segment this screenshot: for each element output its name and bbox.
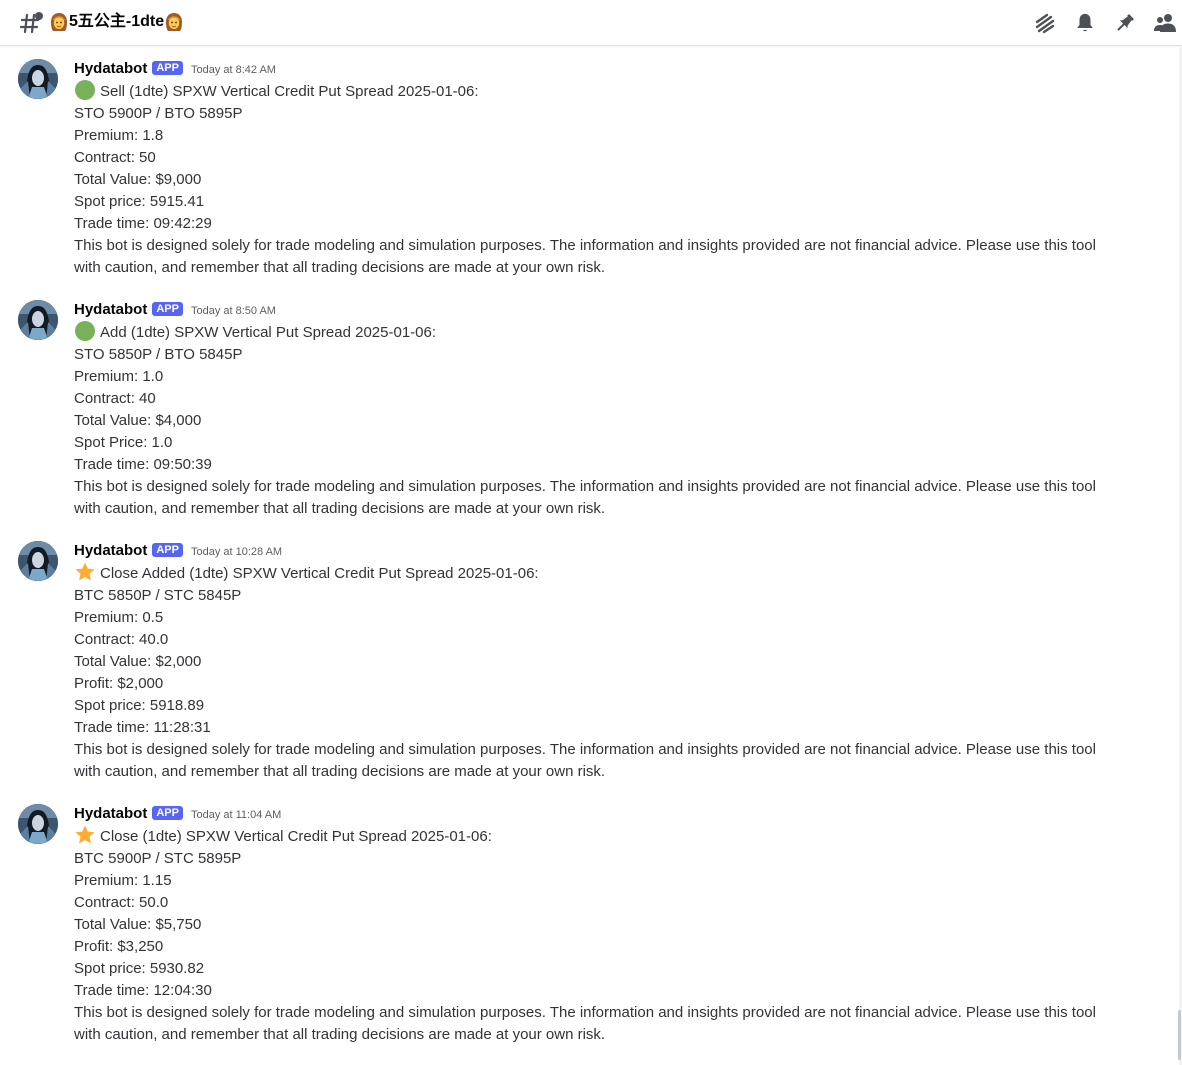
message-line: Profit: $2,000 <box>74 675 164 692</box>
message-line: Spot price: 5918.89 <box>74 697 205 714</box>
message-line: Profit: $3,250 <box>74 938 164 955</box>
message-item: Hydatabot APP Today at 11:04 AM Close (1… <box>0 792 1170 1057</box>
disclaimer-text: This bot is designed solely for trade mo… <box>74 1004 1096 1043</box>
message-line: Trade time: 09:42:29 <box>74 215 212 232</box>
timestamp: Today at 8:50 AM <box>190 304 276 317</box>
message-line: Total Value: $9,000 <box>74 171 202 188</box>
message-title: Sell (1dte) SPXW Vertical Credit Put Spr… <box>100 83 479 100</box>
message-title-line: Close (1dte) SPXW Vertical Credit Put Sp… <box>74 824 1114 848</box>
star-icon <box>75 825 95 844</box>
green-circle-icon <box>75 80 95 100</box>
avatar[interactable] <box>18 300 58 340</box>
username[interactable]: Hydatabot <box>74 301 147 318</box>
username[interactable]: Hydatabot <box>74 60 147 77</box>
message-header: Hydatabot APP Today at 8:42 AM <box>74 57 1114 79</box>
scrollbar-thumb[interactable] <box>1178 1010 1181 1060</box>
message-header: Hydatabot APP Today at 11:04 AM <box>74 802 1114 824</box>
message-list: Hydatabot APP Today at 8:42 AM Sell (1dt… <box>0 47 1182 1065</box>
app-badge: APP <box>152 543 183 557</box>
message-item: Hydatabot APP Today at 8:42 AM Sell (1dt… <box>0 47 1170 288</box>
app-badge: APP <box>152 302 183 316</box>
timestamp: Today at 11:04 AM <box>190 808 282 821</box>
app-badge: APP <box>152 61 183 75</box>
message-line: STO 5900P / BTO 5895P <box>74 105 243 122</box>
message-item: Hydatabot APP Today at 10:28 AM Close Ad… <box>0 529 1170 792</box>
message-title: Close Added (1dte) SPXW Vertical Credit … <box>100 565 539 582</box>
message-title-line: Close Added (1dte) SPXW Vertical Credit … <box>74 561 1114 585</box>
message-line: Premium: 1.0 <box>74 368 164 385</box>
avatar[interactable] <box>18 541 58 581</box>
message-line: Contract: 40 <box>74 390 156 407</box>
message-title: Close (1dte) SPXW Vertical Credit Put Sp… <box>100 828 492 845</box>
channel-header: 5五公主-1dte <box>0 0 1182 46</box>
message-line: Premium: 1.8 <box>74 127 164 144</box>
woman-headscarf-emoji-icon <box>51 13 67 31</box>
timestamp: Today at 10:28 AM <box>190 545 283 558</box>
message-line: Total Value: $2,000 <box>74 653 202 670</box>
message-line: Trade time: 12:04:30 <box>74 982 212 999</box>
username[interactable]: Hydatabot <box>74 542 147 559</box>
message-line: Spot price: 5915.41 <box>74 193 205 210</box>
message-line: BTC 5850P / STC 5845P <box>74 587 242 604</box>
message-line: Trade time: 09:50:39 <box>74 456 212 473</box>
avatar[interactable] <box>18 59 58 99</box>
channel-name-text: 5五公主-1dte <box>69 13 165 30</box>
channel-title: 5五公主-1dte <box>49 11 184 33</box>
message-line: Trade time: 11:28:31 <box>74 719 211 736</box>
timestamp: Today at 8:42 AM <box>190 63 276 76</box>
green-circle-icon <box>75 321 95 341</box>
message-line: Contract: 50 <box>74 149 156 166</box>
bell-icon[interactable] <box>1072 10 1098 36</box>
message-content: Hydatabot APP Today at 11:04 AM Close (1… <box>74 802 1114 1046</box>
message-line: Spot price: 5930.82 <box>74 960 205 977</box>
disclaimer-text: This bot is designed solely for trade mo… <box>74 478 1096 517</box>
pin-icon[interactable] <box>1112 10 1138 36</box>
discord-channel-view: 5五公主-1dte Hydatabot APP Today at 8:42 AM… <box>0 0 1182 1065</box>
message-content: Hydatabot APP Today at 10:28 AM Close Ad… <box>74 539 1114 783</box>
thread-channel-icon <box>19 12 43 34</box>
message-line: Premium: 1.15 <box>74 872 172 889</box>
message-content: Hydatabot APP Today at 8:42 AM Sell (1dt… <box>74 57 1114 279</box>
message-title: Add (1dte) SPXW Vertical Put Spread 2025… <box>100 324 437 341</box>
members-icon[interactable] <box>1152 10 1178 36</box>
woman-headscarf-emoji-icon <box>166 13 183 31</box>
message-line: Total Value: $4,000 <box>74 412 202 429</box>
message-line: Contract: 50.0 <box>74 894 169 911</box>
message-line: Total Value: $5,750 <box>74 916 202 933</box>
message-line: Contract: 40.0 <box>74 631 169 648</box>
message-header: Hydatabot APP Today at 10:28 AM <box>74 539 1114 561</box>
message-title-line: Add (1dte) SPXW Vertical Put Spread 2025… <box>74 320 1114 344</box>
app-badge: APP <box>152 806 183 820</box>
message-item: Hydatabot APP Today at 8:50 AM Add (1dte… <box>0 288 1170 529</box>
disclaimer-text: This bot is designed solely for trade mo… <box>74 237 1096 276</box>
header-toolbar <box>1018 10 1178 36</box>
message-line: STO 5850P / BTO 5845P <box>74 346 243 363</box>
avatar[interactable] <box>18 804 58 844</box>
disclaimer-text: This bot is designed solely for trade mo… <box>74 741 1096 780</box>
username[interactable]: Hydatabot <box>74 805 147 822</box>
message-line: BTC 5900P / STC 5895P <box>74 850 242 867</box>
threads-icon[interactable] <box>1032 10 1058 36</box>
message-header: Hydatabot APP Today at 8:50 AM <box>74 298 1114 320</box>
message-line: Spot Price: 1.0 <box>74 434 173 451</box>
message-line: Premium: 0.5 <box>74 609 164 626</box>
star-icon <box>75 562 95 581</box>
message-content: Hydatabot APP Today at 8:50 AM Add (1dte… <box>74 298 1114 520</box>
message-title-line: Sell (1dte) SPXW Vertical Credit Put Spr… <box>74 79 1114 103</box>
